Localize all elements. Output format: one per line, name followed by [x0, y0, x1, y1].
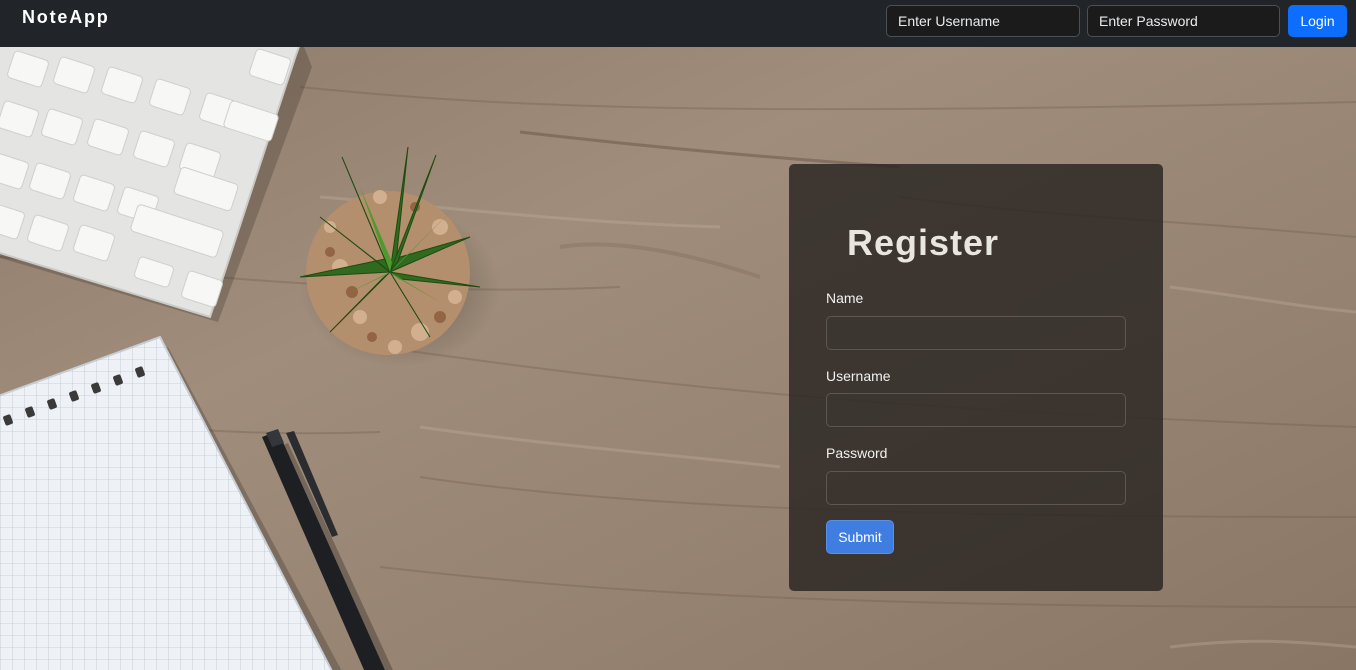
register-title: Register	[847, 222, 1000, 263]
password-input[interactable]	[826, 471, 1126, 505]
password-label: Password	[826, 445, 888, 461]
username-label: Username	[826, 368, 891, 384]
username-input[interactable]	[826, 393, 1126, 427]
submit-button[interactable]: Submit	[826, 520, 894, 554]
navbar-password-input[interactable]	[1087, 5, 1280, 37]
register-card: Register Name Username Password Submit	[789, 164, 1163, 591]
brand-logo[interactable]: NoteApp	[22, 7, 110, 28]
login-button[interactable]: Login	[1288, 5, 1347, 37]
name-label: Name	[826, 290, 864, 306]
navbar-username-input[interactable]	[886, 5, 1080, 37]
navbar: NoteApp Login	[0, 0, 1356, 47]
name-input[interactable]	[826, 316, 1126, 350]
